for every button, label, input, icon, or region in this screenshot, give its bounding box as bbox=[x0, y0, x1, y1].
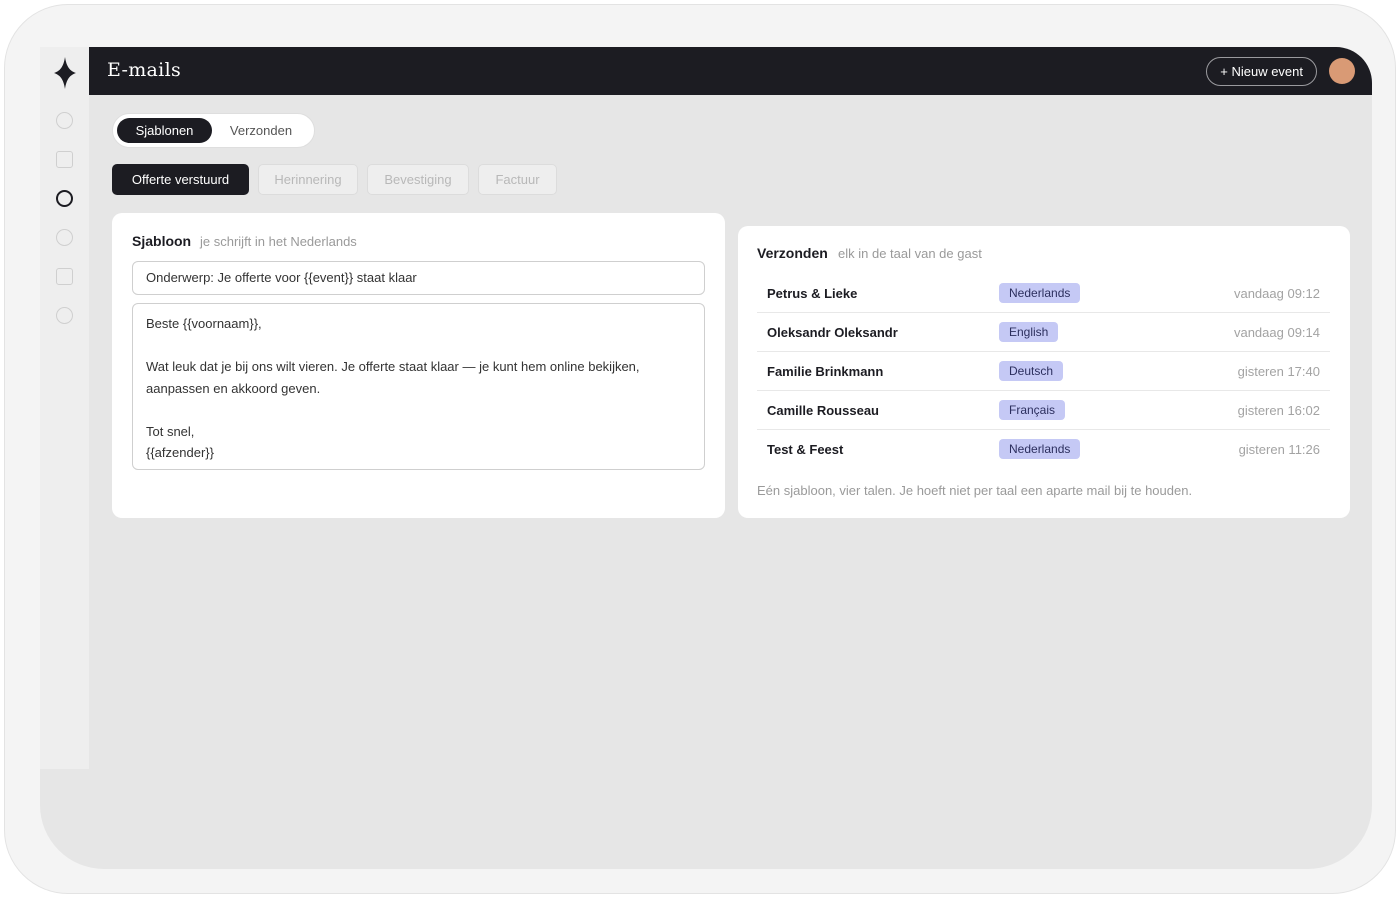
view-toggle: Sjablonen Verzonden bbox=[112, 113, 315, 148]
table-row[interactable]: Test & Feest Nederlands gisteren 11:26 bbox=[757, 430, 1330, 469]
page-title: E-mails bbox=[107, 59, 181, 81]
sent-card-title: Verzonden bbox=[757, 245, 828, 261]
language-badge: Français bbox=[999, 400, 1066, 420]
table-row[interactable]: Familie Brinkmann Deutsch gisteren 17:40 bbox=[757, 352, 1330, 391]
side-rail bbox=[40, 47, 89, 769]
sent-time: gisteren 16:02 bbox=[1237, 403, 1320, 418]
rail-item-active-circle-icon[interactable] bbox=[56, 190, 73, 207]
sent-card: Verzonden elk in de taal van de gast Pet… bbox=[738, 226, 1350, 518]
recipient-name: Camille Rousseau bbox=[767, 403, 879, 418]
rail-item-circle-icon[interactable] bbox=[56, 229, 73, 246]
body-paragraph-line-1: Wat leuk dat je bij ons wilt vieren. Je … bbox=[146, 359, 640, 374]
sent-time: vandaag 09:14 bbox=[1233, 325, 1320, 340]
table-row[interactable]: Oleksandr Oleksandr English vandaag 09:1… bbox=[757, 313, 1330, 352]
rail-item-circle-icon[interactable] bbox=[56, 307, 73, 324]
tab-sent[interactable]: Verzonden bbox=[219, 118, 303, 143]
template-chip-offerte-verstuurd[interactable]: Offerte verstuurd bbox=[112, 164, 249, 195]
logo-icon bbox=[54, 57, 76, 89]
body-signature: {{afzender}} bbox=[146, 445, 214, 460]
body-paragraph-line-2: aanpassen en akkoord geven. bbox=[146, 380, 321, 396]
template-chip-bevestiging[interactable]: Bevestiging bbox=[367, 164, 469, 195]
rail-item-square-icon[interactable] bbox=[56, 268, 73, 285]
rail-item-circle-icon[interactable] bbox=[56, 112, 73, 129]
language-badge: Deutsch bbox=[999, 361, 1064, 381]
recipient-name: Oleksandr Oleksandr bbox=[767, 325, 898, 340]
tab-templates[interactable]: Sjablonen bbox=[117, 118, 212, 143]
language-badge: Nederlands bbox=[999, 283, 1081, 303]
language-badge: Nederlands bbox=[999, 439, 1081, 459]
template-card-subtitle: je schrijft in het Nederlands bbox=[200, 234, 357, 249]
subject-field[interactable]: Onderwerp: Je offerte voor {{event}} sta… bbox=[132, 261, 705, 295]
table-row[interactable]: Camille Rousseau Français gisteren 16:02 bbox=[757, 391, 1330, 430]
body-field[interactable]: Beste {{voornaam}}, Wat leuk dat je bij … bbox=[132, 303, 705, 470]
recipient-name: Test & Feest bbox=[767, 442, 844, 457]
new-event-button[interactable]: + Nieuw event bbox=[1206, 57, 1317, 86]
sent-time: gisteren 17:40 bbox=[1237, 364, 1320, 379]
body-greeting: Beste {{voornaam}}, bbox=[146, 316, 262, 331]
template-chip-herinnering[interactable]: Herinnering bbox=[258, 164, 358, 195]
recipient-name: Petrus & Lieke bbox=[767, 286, 858, 301]
template-chip-factuur[interactable]: Factuur bbox=[478, 164, 557, 195]
table-row[interactable]: Petrus & Lieke Nederlands vandaag 09:12 bbox=[757, 274, 1330, 313]
template-card: Sjabloon je schrijft in het Nederlands O… bbox=[112, 213, 725, 518]
language-badge: English bbox=[999, 322, 1059, 342]
body-closing: Tot snel, bbox=[146, 423, 195, 439]
sent-time: gisteren 11:26 bbox=[1238, 442, 1320, 457]
sent-card-subtitle: elk in de taal van de gast bbox=[838, 246, 982, 261]
tablet-frame: E-mails + Nieuw event Sjablonen Verzonde… bbox=[4, 4, 1396, 894]
rail-item-square-icon[interactable] bbox=[56, 151, 73, 168]
avatar[interactable] bbox=[1329, 58, 1355, 84]
top-bar: E-mails + Nieuw event bbox=[89, 47, 1372, 95]
sent-time: vandaag 09:12 bbox=[1233, 286, 1320, 301]
sent-card-footnote: Eén sjabloon, vier talen. Je hoeft niet … bbox=[757, 483, 1193, 498]
recipient-name: Familie Brinkmann bbox=[767, 364, 884, 379]
app-screen: E-mails + Nieuw event Sjablonen Verzonde… bbox=[40, 47, 1372, 869]
template-card-title: Sjabloon bbox=[132, 233, 192, 249]
